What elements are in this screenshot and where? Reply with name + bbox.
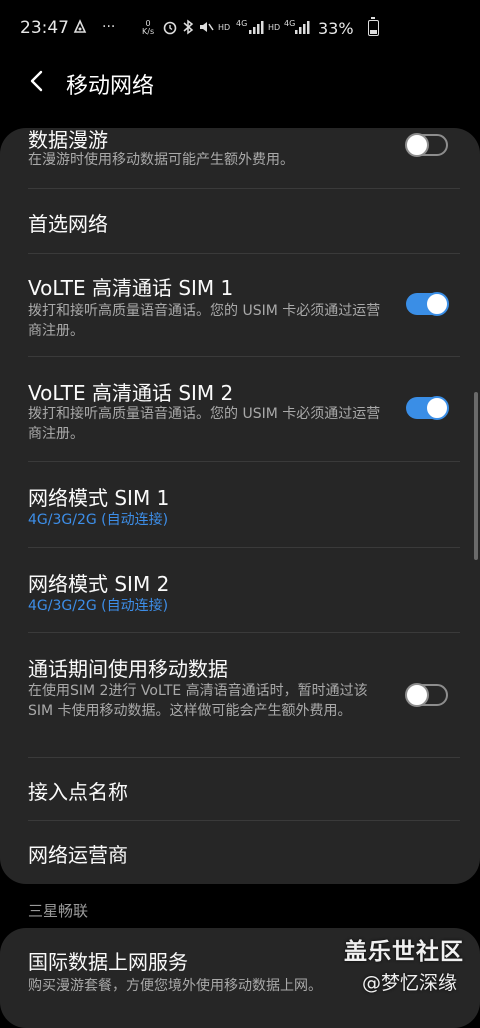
back-arrow-icon (30, 70, 43, 92)
watermark-handle: @梦忆深缘 (362, 972, 458, 994)
bluetooth-icon (182, 19, 194, 39)
setting-subtitle: 在漫游时使用移动数据可能产生额外费用。 (28, 152, 294, 168)
setting-apn[interactable]: 接入点名称 (0, 758, 480, 820)
volte-sim1-toggle[interactable] (406, 292, 449, 316)
setting-title: 接入点名称 (28, 780, 128, 804)
setting-title: VoLTE 高清通话 SIM 2 (28, 381, 234, 405)
battery-percent: 33% (318, 19, 354, 38)
notification-icon (72, 19, 88, 39)
setting-subtitle: 4G/3G/2G (自动连接) (28, 512, 169, 528)
status-time: 23:47 (20, 18, 69, 38)
setting-subtitle: 在使用SIM 2进行 VoLTE 高清语音通话时，暂时通过该 SIM 卡使用移动… (28, 683, 368, 719)
net-speed: 0 K/s (142, 19, 155, 36)
data-during-calls-toggle[interactable] (405, 683, 448, 707)
setting-network-mode-sim1[interactable]: 网络模式 SIM 1 4G/3G/2G (自动连接) (0, 462, 480, 546)
setting-preferred-network[interactable]: 首选网络 (0, 189, 480, 253)
settings-card: 数据漫游 在漫游时使用移动数据可能产生额外费用。 首选网络 VoLTE 高清通话… (0, 128, 480, 884)
setting-title: 网络运营商 (28, 843, 128, 867)
app-header: 移动网络 (0, 58, 480, 106)
volte-sim2-toggle[interactable] (406, 396, 449, 420)
setting-volte-sim1[interactable]: VoLTE 高清通话 SIM 1 拨打和接听高质量语音通话。您的 USIM 卡必… (0, 254, 480, 356)
setting-title: 首选网络 (28, 212, 108, 236)
setting-data-roaming[interactable]: 数据漫游 在漫游时使用移动数据可能产生额外费用。 (0, 128, 480, 188)
setting-subtitle: 拨打和接听高质量语音通话。您的 USIM 卡必须通过运营商注册。 (28, 303, 381, 339)
alarm-icon (162, 19, 178, 39)
scrollbar[interactable] (474, 392, 478, 560)
more-dots: ··· (102, 19, 116, 35)
data-roaming-toggle[interactable] (405, 133, 448, 157)
signal-icon (248, 19, 264, 39)
hd-badge-2: HD (268, 23, 281, 32)
battery-icon (368, 17, 379, 36)
setting-title: 通话期间使用移动数据 (28, 657, 228, 681)
net-type-1: 4G (236, 19, 248, 28)
setting-network-mode-sim2[interactable]: 网络模式 SIM 2 4G/3G/2G (自动连接) (0, 548, 480, 632)
page-title: 移动网络 (66, 74, 155, 99)
setting-title: 网络模式 SIM 1 (28, 486, 170, 510)
setting-network-operator[interactable]: 网络运营商 (0, 821, 480, 884)
setting-subtitle: 4G/3G/2G (自动连接) (28, 598, 169, 614)
hd-badge-1: HD (218, 23, 231, 32)
setting-title: 国际数据上网服务 (28, 950, 188, 974)
section-header-samsung-connect: 三星畅联 (28, 902, 89, 920)
watermark-title: 盖乐世社区 (344, 939, 464, 965)
setting-volte-sim2[interactable]: VoLTE 高清通话 SIM 2 拨打和接听高质量语音通话。您的 USIM 卡必… (0, 357, 480, 461)
back-button[interactable] (22, 66, 52, 96)
status-bar: 23:47 ··· 0 K/s HD 4G HD 4G 33% (0, 0, 480, 58)
signal-icon-2 (294, 19, 310, 39)
mute-icon (198, 19, 214, 39)
setting-subtitle: 拨打和接听高质量语音通话。您的 USIM 卡必须通过运营商注册。 (28, 406, 381, 442)
setting-title: VoLTE 高清通话 SIM 1 (28, 276, 234, 300)
setting-title: 网络模式 SIM 2 (28, 572, 170, 596)
setting-data-during-calls[interactable]: 通话期间使用移动数据 在使用SIM 2进行 VoLTE 高清语音通话时，暂时通过… (0, 633, 480, 757)
